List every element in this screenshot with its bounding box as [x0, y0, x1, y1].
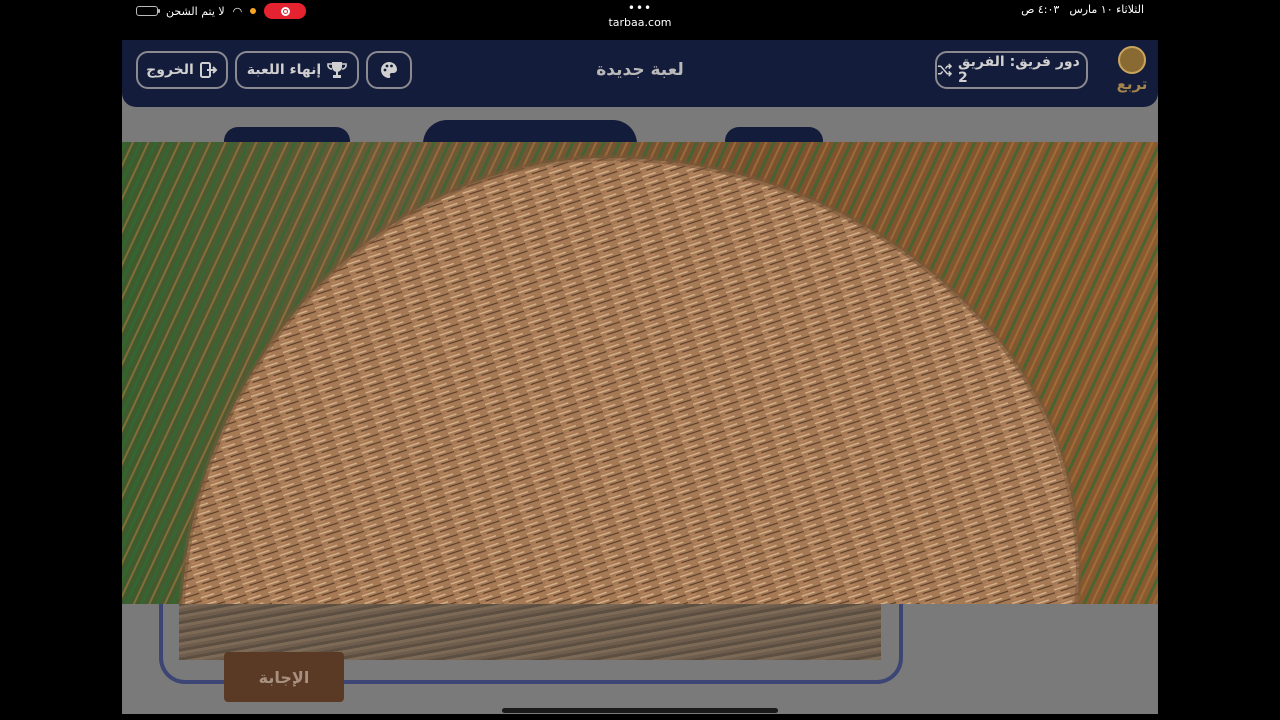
answer-button[interactable]: الإجابة — [224, 652, 344, 702]
app-logo[interactable]: تربع — [1114, 46, 1150, 98]
team-turn-label: دور فريق: الفريق 2 — [958, 54, 1080, 86]
logo-text: تربع — [1116, 75, 1148, 93]
url-label[interactable]: tarbaa.com — [0, 16, 1280, 29]
logo-emblem-icon — [1118, 46, 1146, 74]
shuffle-icon — [937, 63, 953, 77]
status-bar: لا يتم الشحن ◠ ••• tarbaa.com الثلاثاء ١… — [0, 0, 1280, 40]
team-turn-button[interactable]: دور فريق: الفريق 2 — [935, 51, 1088, 89]
status-right: الثلاثاء ١٠ مارس ٤:٠٣ ص — [1021, 3, 1144, 16]
header-bar: الخروج إنهاء اللعبة لعبة جديدة دور فريق:… — [122, 40, 1158, 107]
answer-label: الإجابة — [258, 667, 310, 687]
status-date: الثلاثاء ١٠ مارس — [1069, 3, 1144, 16]
question-image-thumbnail — [179, 600, 881, 660]
app-viewport: الخروج إنهاء اللعبة لعبة جديدة دور فريق:… — [122, 40, 1158, 714]
home-indicator[interactable] — [502, 708, 778, 713]
status-time: ٤:٠٣ ص — [1021, 3, 1060, 16]
enlarged-question-image[interactable] — [122, 142, 1158, 604]
kiwi-photo — [122, 142, 1158, 604]
